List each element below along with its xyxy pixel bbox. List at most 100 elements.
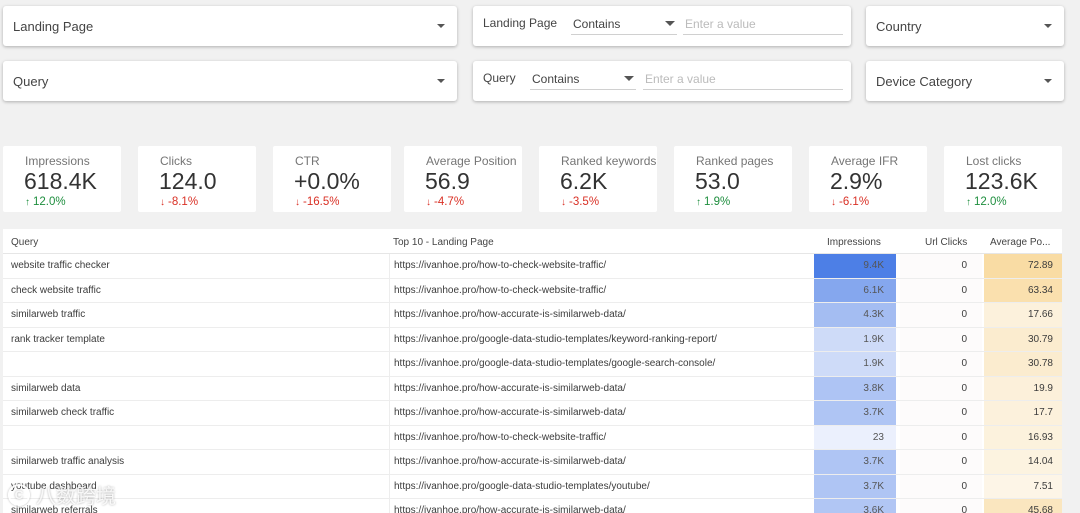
kpi-delta-value: -8.1% bbox=[168, 196, 199, 208]
url-clicks-cell: 0 bbox=[900, 450, 982, 474]
landing-page-cell[interactable]: https://ivanhoe.pro/how-accurate-is-simi… bbox=[389, 376, 809, 400]
kpi-card-average-position: Average Position 56.9 ↓ -4.7% bbox=[404, 146, 522, 212]
table-row[interactable]: similarweb traffic https://ivanhoe.pro/ho… bbox=[3, 303, 1062, 328]
kpi-delta: ↓ -8.1% bbox=[160, 196, 198, 208]
chevron-down-icon bbox=[1044, 24, 1052, 28]
landing-page-dropdown-label: Landing Page bbox=[13, 18, 94, 34]
table-row[interactable]: similarweb traffic analysis https://ivanh… bbox=[3, 450, 1062, 475]
query-cell: check website traffic bbox=[11, 284, 101, 296]
table-row[interactable]: similarweb check traffic https://ivanhoe.… bbox=[3, 401, 1062, 426]
landing-page-cell[interactable]: https://ivanhoe.pro/google-data-studio-t… bbox=[389, 352, 809, 376]
table-row[interactable]: https://ivanhoe.pro/how-to-check-website… bbox=[3, 425, 1062, 450]
table-row[interactable]: rank tracker template https://ivanhoe.pro… bbox=[3, 327, 1062, 352]
average-position-cell: 17.66 bbox=[984, 303, 1062, 327]
kpi-delta: ↓ -3.5% bbox=[561, 196, 599, 208]
query-dropdown[interactable]: Query bbox=[3, 61, 457, 101]
kpi-delta-value: -6.1% bbox=[839, 196, 870, 208]
kpi-value: 53.0 bbox=[695, 168, 740, 194]
average-position-cell: 30.78 bbox=[984, 352, 1062, 376]
kpi-value: 56.9 bbox=[425, 168, 470, 194]
kpi-card-impressions: Impressions 618.4K ↑ 12.0% bbox=[3, 146, 121, 212]
landing-page-cell[interactable]: https://ivanhoe.pro/google-data-studio-t… bbox=[389, 474, 809, 498]
kpi-value: +0.0% bbox=[294, 168, 360, 194]
header-landing-page[interactable]: Top 10 - Landing Page bbox=[393, 237, 494, 248]
header-query[interactable]: Query bbox=[11, 237, 38, 248]
kpi-delta: ↑ 1.9% bbox=[696, 196, 730, 208]
header-average-position[interactable]: Average Po... bbox=[990, 237, 1050, 248]
arrow-down-icon: ↓ bbox=[831, 196, 836, 208]
url-clicks-cell: 0 bbox=[900, 425, 982, 449]
kpi-label: Ranked pages bbox=[696, 154, 774, 168]
device-category-dropdown-label: Device Category bbox=[876, 73, 973, 89]
landing-page-filter-label: Landing Page bbox=[483, 16, 558, 30]
kpi-label: Impressions bbox=[25, 154, 90, 168]
kpi-value: 123.6K bbox=[965, 168, 1038, 194]
table-row[interactable]: https://ivanhoe.pro/google-data-studio-t… bbox=[3, 352, 1062, 377]
query-cell: similarweb check traffic bbox=[11, 407, 115, 419]
arrow-down-icon: ↓ bbox=[426, 196, 431, 208]
header-impressions[interactable]: Impressions bbox=[827, 237, 881, 248]
url-clicks-cell: 0 bbox=[900, 352, 982, 376]
impressions-cell: 9.4K bbox=[814, 254, 896, 278]
average-position-cell: 63.34 bbox=[984, 278, 1062, 302]
kpi-value: 2.9% bbox=[830, 168, 883, 194]
landing-page-operator-select[interactable]: Contains bbox=[571, 13, 677, 35]
value-placeholder: Enter a value bbox=[645, 71, 716, 86]
query-operator-select[interactable]: Contains bbox=[530, 68, 636, 90]
average-position-cell: 30.79 bbox=[984, 327, 1062, 351]
country-dropdown-label: Country bbox=[876, 18, 922, 34]
table-row[interactable]: youtube dashboard https://ivanhoe.pro/goo… bbox=[3, 474, 1062, 499]
url-clicks-cell: 0 bbox=[900, 254, 982, 278]
kpi-delta: ↑ 12.0% bbox=[966, 196, 1007, 208]
kpi-delta-value: 12.0% bbox=[33, 196, 66, 208]
arrow-up-icon: ↑ bbox=[696, 196, 701, 208]
landing-page-cell[interactable]: https://ivanhoe.pro/how-to-check-website… bbox=[389, 278, 809, 302]
landing-page-cell[interactable]: https://ivanhoe.pro/how-accurate-is-simi… bbox=[389, 401, 809, 425]
impressions-cell: 3.7K bbox=[814, 450, 896, 474]
kpi-delta: ↓ -16.5% bbox=[295, 196, 339, 208]
kpi-label: Clicks bbox=[160, 154, 192, 168]
impressions-cell: 3.7K bbox=[814, 401, 896, 425]
query-value-input[interactable]: Enter a value bbox=[643, 68, 843, 90]
device-category-dropdown[interactable]: Device Category bbox=[866, 61, 1064, 101]
kpi-delta-value: -16.5% bbox=[303, 196, 340, 208]
landing-page-cell[interactable]: https://ivanhoe.pro/google-data-studio-t… bbox=[389, 327, 809, 351]
landing-page-dropdown[interactable]: Landing Page bbox=[3, 6, 457, 46]
arrow-down-icon: ↓ bbox=[160, 196, 165, 208]
average-position-cell: 17.7 bbox=[984, 401, 1062, 425]
landing-page-cell[interactable]: https://ivanhoe.pro/how-accurate-is-simi… bbox=[389, 450, 809, 474]
kpi-delta-value: -3.5% bbox=[569, 196, 600, 208]
table-row[interactable]: similarweb data https://ivanhoe.pro/how-a… bbox=[3, 376, 1062, 401]
kpi-value: 618.4K bbox=[24, 168, 97, 194]
landing-page-cell[interactable]: https://ivanhoe.pro/how-accurate-is-simi… bbox=[389, 499, 809, 513]
kpi-label: Lost clicks bbox=[966, 154, 1022, 168]
kpi-label: Average Position bbox=[426, 154, 517, 168]
landing-page-cell[interactable]: https://ivanhoe.pro/how-to-check-website… bbox=[389, 425, 809, 449]
table-row[interactable]: check website traffic https://ivanhoe.pro… bbox=[3, 278, 1062, 303]
header-url-clicks[interactable]: Url Clicks bbox=[925, 237, 967, 248]
landing-page-cell[interactable]: https://ivanhoe.pro/how-to-check-website… bbox=[389, 254, 809, 278]
query-cell: rank tracker template bbox=[11, 333, 105, 345]
landing-page-value-input[interactable]: Enter a value bbox=[683, 13, 843, 35]
impressions-cell: 3.8K bbox=[814, 376, 896, 400]
watermark: C 八数跨境 bbox=[8, 480, 116, 509]
table-row[interactable]: similarweb referrals https://ivanhoe.pro/… bbox=[3, 499, 1062, 513]
operator-value: Contains bbox=[532, 71, 580, 86]
chevron-down-icon bbox=[437, 79, 445, 83]
average-position-cell: 45.68 bbox=[984, 499, 1062, 513]
table-row[interactable]: website traffic checker https://ivanhoe.p… bbox=[3, 254, 1062, 279]
url-clicks-cell: 0 bbox=[900, 474, 982, 498]
kpi-card-lost-clicks: Lost clicks 123.6K ↑ 12.0% bbox=[944, 146, 1062, 212]
table-header: Query Top 10 - Landing Page Impressions … bbox=[3, 229, 1062, 254]
landing-page-cell[interactable]: https://ivanhoe.pro/how-accurate-is-simi… bbox=[389, 303, 809, 327]
impressions-cell: 23 bbox=[814, 425, 896, 449]
query-cell: similarweb data bbox=[11, 382, 81, 394]
kpi-card-clicks: Clicks 124.0 ↓ -8.1% bbox=[138, 146, 256, 212]
query-cell: similarweb traffic bbox=[11, 309, 86, 321]
chevron-down-icon bbox=[1044, 79, 1052, 83]
impressions-cell: 3.7K bbox=[814, 474, 896, 498]
kpi-delta: ↓ -6.1% bbox=[831, 196, 869, 208]
country-dropdown[interactable]: Country bbox=[866, 6, 1064, 46]
query-cell: similarweb traffic analysis bbox=[11, 456, 125, 468]
value-placeholder: Enter a value bbox=[685, 16, 756, 31]
